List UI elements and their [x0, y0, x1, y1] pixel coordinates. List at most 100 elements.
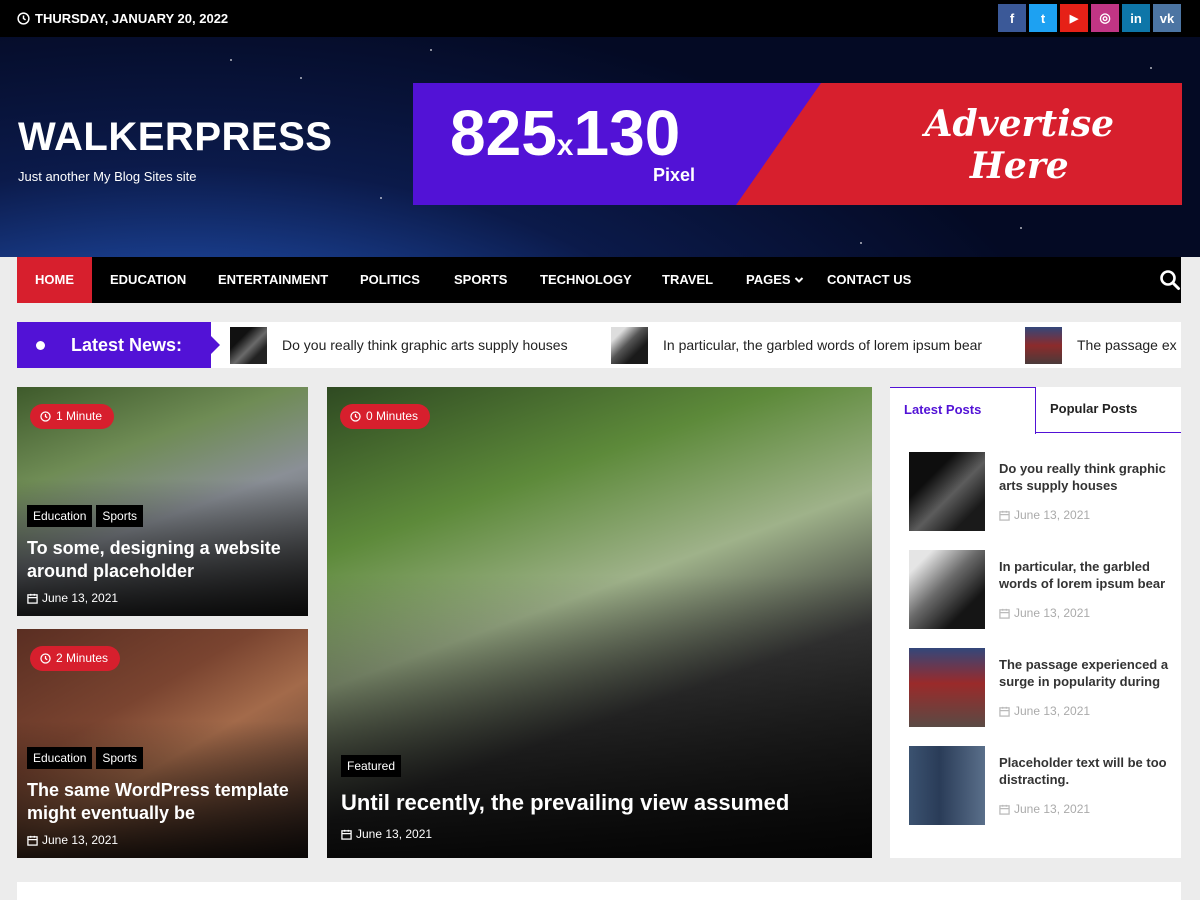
nav-travel[interactable]: TRAVEL — [662, 257, 713, 303]
nav-sports[interactable]: SPORTS — [454, 257, 507, 303]
main-nav: HOME EDUCATION ENTERTAINMENT POLITICS SP… — [17, 257, 1181, 303]
sidebar-widget: Latest Posts Popular Posts Do you really… — [890, 387, 1181, 858]
sidebar-post-date: June 13, 2021 — [999, 704, 1090, 718]
post-date: June 13, 2021 — [27, 833, 118, 847]
ticker-item[interactable]: The passage ex — [1025, 326, 1177, 364]
sidebar-post-date: June 13, 2021 — [999, 508, 1090, 522]
calendar-icon — [999, 706, 1010, 717]
ticker-item[interactable]: Do you really think graphic arts supply … — [230, 326, 568, 364]
linkedin-icon[interactable]: in — [1122, 4, 1150, 32]
site-title[interactable]: WALKERPRESS — [18, 115, 332, 160]
reading-time-badge: 1 Minute — [30, 404, 115, 429]
post-thumbnail[interactable] — [909, 648, 985, 727]
category-tags: Education Sports — [27, 505, 144, 527]
nav-contact-us[interactable]: CONTACT US — [827, 257, 911, 303]
sidebar-post-date-text: June 13, 2021 — [1014, 704, 1091, 718]
post-title[interactable]: Until recently, the prevailing view assu… — [341, 790, 861, 816]
nav-technology[interactable]: TECHNOLOGY — [540, 257, 632, 303]
calendar-icon — [27, 593, 38, 604]
calendar-icon — [999, 608, 1010, 619]
reading-time-text: 0 Minutes — [366, 409, 419, 423]
calendar-icon — [999, 510, 1010, 521]
sidebar-post-date-text: June 13, 2021 — [1014, 606, 1091, 620]
current-date: THURSDAY, JANUARY 20, 2022 — [17, 11, 228, 26]
ticker-item-text: In particular, the garbled words of lore… — [663, 337, 983, 353]
advertisement-banner[interactable]: 825x130 Pixel Advertise Here — [413, 83, 1182, 205]
post-date: June 13, 2021 — [341, 827, 432, 841]
ticker-thumbnail — [1025, 326, 1062, 364]
star — [230, 59, 232, 61]
clock-icon — [40, 653, 51, 664]
sidebar-post-title[interactable]: Placeholder text will be too distracting… — [999, 754, 1169, 788]
ticker-item-text: Do you really think graphic arts supply … — [282, 337, 568, 353]
reading-time-text: 2 Minutes — [56, 651, 109, 665]
reading-time-text: 1 Minute — [56, 409, 103, 423]
sidebar-tabs: Latest Posts Popular Posts — [890, 387, 1181, 434]
nav-entertainment[interactable]: ENTERTAINMENT — [218, 257, 328, 303]
twitter-icon[interactable]: t — [1029, 4, 1057, 32]
post-thumbnail[interactable] — [909, 746, 985, 825]
youtube-icon[interactable]: ▶ — [1060, 4, 1088, 32]
ad-advertise-text: Advertise Here — [924, 103, 1114, 187]
vk-icon[interactable]: vk — [1153, 4, 1181, 32]
star — [300, 77, 302, 79]
sidebar-post-title[interactable]: The passage experienced a surge in popul… — [999, 656, 1169, 690]
star — [1150, 67, 1152, 69]
sidebar-post[interactable]: In particular, the garbled words of lore… — [909, 550, 1169, 630]
ticker-item[interactable]: In particular, the garbled words of lore… — [611, 326, 982, 364]
instagram-icon[interactable]: ◎ — [1091, 4, 1119, 32]
nav-pages-label: PAGES — [746, 272, 791, 287]
clock-icon — [17, 12, 30, 25]
nav-politics[interactable]: POLITICS — [360, 257, 420, 303]
ad-pixel-label: Pixel — [653, 165, 696, 185]
site-tagline: Just another My Blog Sites site — [18, 169, 197, 184]
post-card[interactable]: 1 Minute Education Sports To some, desig… — [17, 387, 308, 616]
content-section-below — [17, 882, 1181, 900]
category-tag-featured[interactable]: Featured — [341, 755, 402, 777]
facebook-icon[interactable]: f — [998, 4, 1026, 32]
post-title[interactable]: The same WordPress template might eventu… — [27, 779, 297, 825]
star — [860, 242, 862, 244]
post-card[interactable]: 2 Minutes Education Sports The same Word… — [17, 629, 308, 858]
category-tags: Education Sports — [27, 747, 144, 769]
post-date-text: June 13, 2021 — [42, 591, 119, 605]
chevron-down-icon — [794, 277, 803, 283]
ticker-item-text: The passage ex — [1077, 337, 1177, 353]
tab-latest-posts[interactable]: Latest Posts — [890, 387, 1036, 434]
tab-popular-posts[interactable]: Popular Posts — [1036, 387, 1137, 433]
sidebar-post-date: June 13, 2021 — [999, 802, 1090, 816]
featured-post-card[interactable]: 0 Minutes Featured Until recently, the p… — [327, 387, 872, 858]
category-tag[interactable]: Sports — [96, 505, 144, 527]
post-thumbnail[interactable] — [909, 550, 985, 629]
sidebar-post-title[interactable]: Do you really think graphic arts supply … — [999, 460, 1169, 494]
post-thumbnail[interactable] — [909, 452, 985, 531]
sidebar-post[interactable]: Do you really think graphic arts supply … — [909, 452, 1169, 532]
calendar-icon — [341, 829, 352, 840]
reading-time-badge: 0 Minutes — [340, 404, 431, 429]
sidebar-post-date: June 13, 2021 — [999, 606, 1090, 620]
category-tag[interactable]: Education — [27, 505, 93, 527]
category-tag[interactable]: Education — [27, 747, 93, 769]
star — [430, 49, 432, 51]
ad-size-text: 825x130 — [450, 97, 681, 169]
search-icon[interactable] — [1159, 269, 1181, 291]
top-bar: THURSDAY, JANUARY 20, 2022 f t ▶ ◎ in vk — [0, 0, 1200, 37]
ticker-thumbnail — [611, 326, 648, 364]
site-header: WALKERPRESS Just another My Blog Sites s… — [0, 37, 1200, 257]
sidebar-post[interactable]: Placeholder text will be too distracting… — [909, 746, 1169, 826]
sidebar-post[interactable]: The passage experienced a surge in popul… — [909, 648, 1169, 728]
sidebar-post-title[interactable]: In particular, the garbled words of lore… — [999, 558, 1169, 592]
nav-home[interactable]: HOME — [17, 257, 92, 303]
sidebar-post-date-text: June 13, 2021 — [1014, 802, 1091, 816]
latest-news-ticker: Latest News: Do you really think graphic… — [17, 322, 1181, 368]
star — [380, 197, 382, 199]
calendar-icon — [27, 835, 38, 846]
post-title[interactable]: To some, designing a website around plac… — [27, 537, 297, 583]
post-date-text: June 13, 2021 — [42, 833, 119, 847]
date-text: THURSDAY, JANUARY 20, 2022 — [35, 11, 229, 26]
reading-time-badge: 2 Minutes — [30, 646, 121, 671]
ticker-label: Latest News: — [17, 322, 220, 368]
nav-education[interactable]: EDUCATION — [110, 257, 186, 303]
nav-pages[interactable]: PAGES — [746, 257, 804, 303]
category-tag[interactable]: Sports — [96, 747, 144, 769]
